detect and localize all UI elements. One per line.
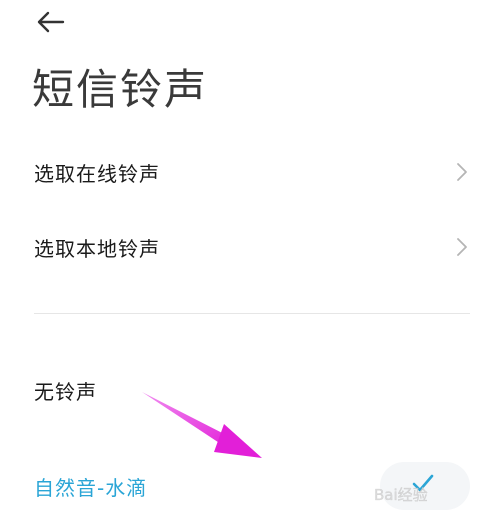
chevron-right-icon [457,163,467,181]
arrow-left-icon [37,11,65,33]
back-button[interactable] [30,4,70,40]
annotation-arrow-icon [142,392,262,458]
select-online-ringtone-label: 选取在线铃声 [34,161,160,186]
select-local-ringtone-label: 选取本地铃声 [34,236,160,261]
watermark-logo: Bai经验 [374,486,428,504]
ringtone-item-label: 无铃声 [34,379,97,404]
section-divider [34,313,470,314]
watermark-text: Bai经验 [374,486,428,504]
page-title: 短信铃声 [32,65,209,114]
ringtone-item-label-selected: 自然音-水滴 [34,475,148,500]
select-local-ringtone[interactable]: 选取本地铃声 [0,217,490,277]
select-online-ringtone[interactable]: 选取在线铃声 [0,142,490,202]
chevron-right-icon [457,238,467,256]
